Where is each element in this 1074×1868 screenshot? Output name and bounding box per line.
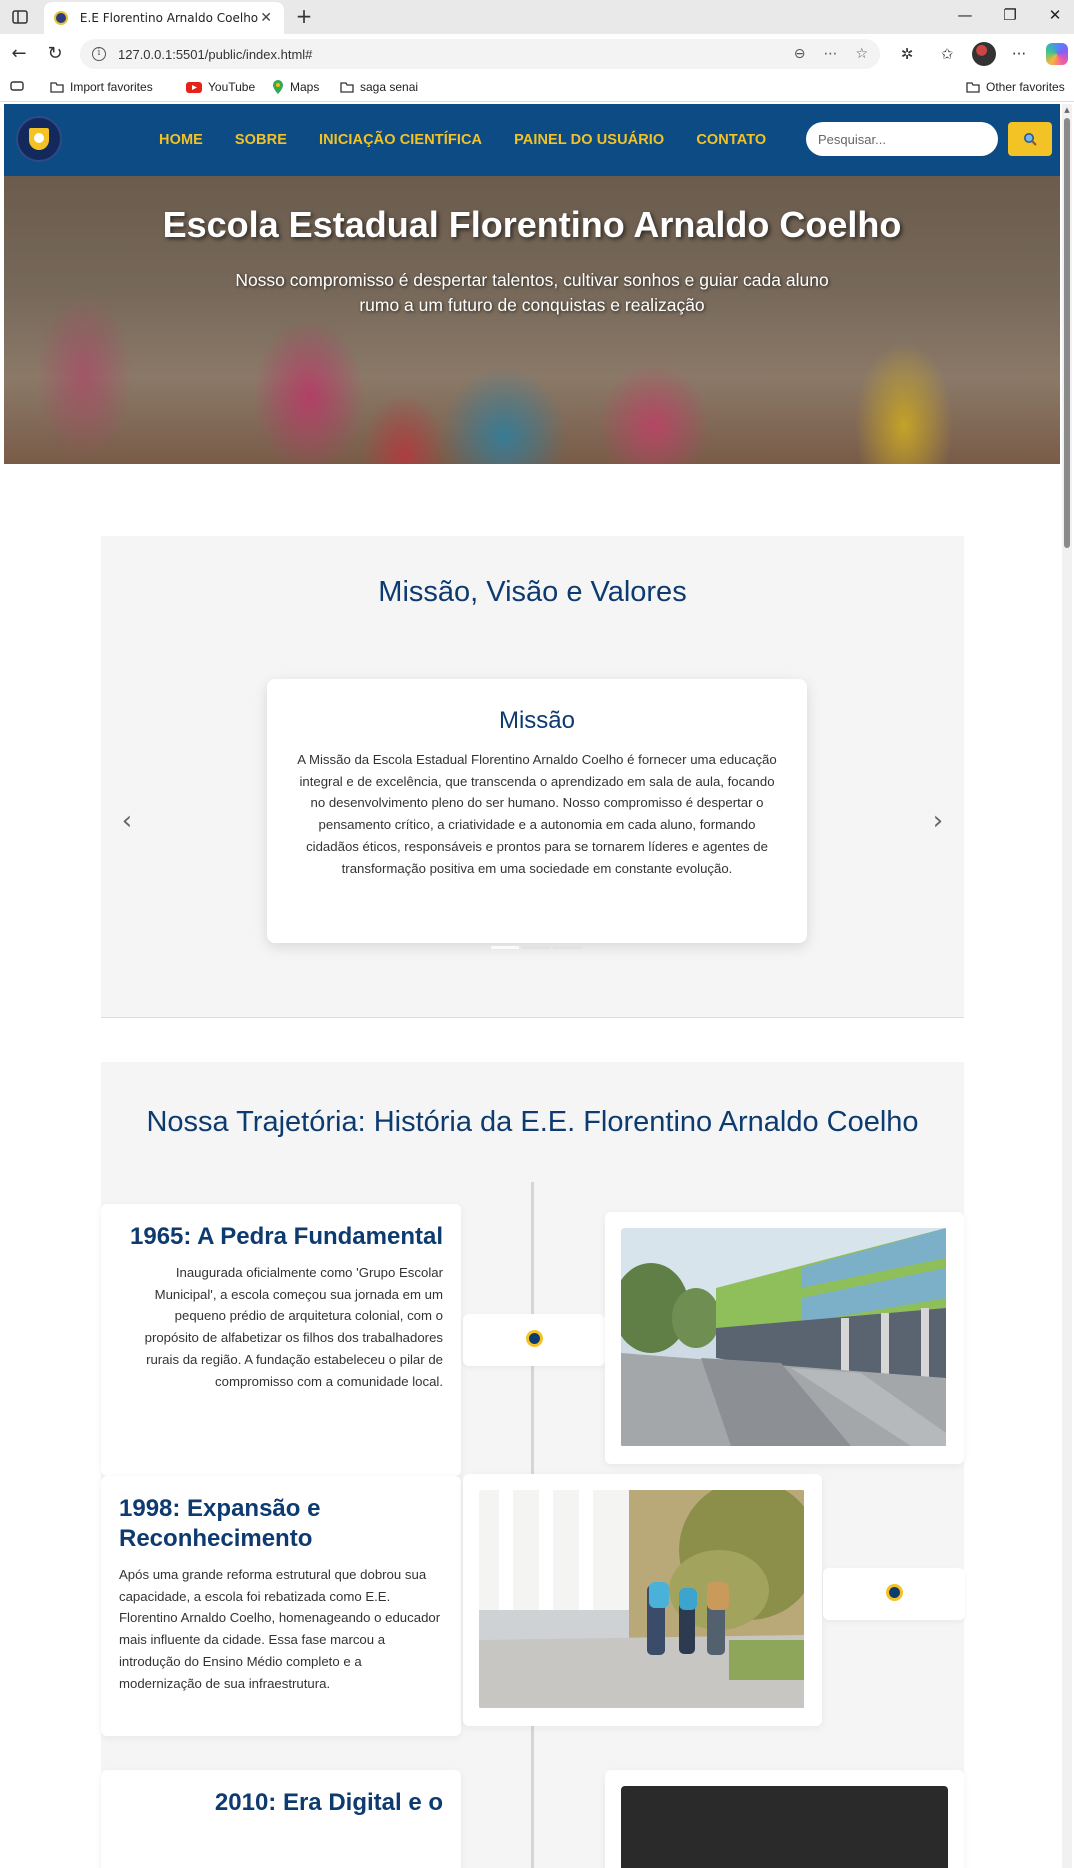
site-header: HOME SOBRE INICIAÇÃO CIENTÍFICA PAINEL D… bbox=[4, 104, 1060, 176]
read-aloud-icon[interactable]: ⋯ bbox=[823, 46, 837, 62]
timeline-marker bbox=[526, 1330, 543, 1347]
reading-mode-icon[interactable] bbox=[10, 80, 24, 92]
bookmark-saga-senai[interactable]: saga senai bbox=[340, 80, 418, 94]
nav-painel-usuario[interactable]: PAINEL DO USUÁRIO bbox=[514, 132, 664, 148]
bookmark-maps[interactable]: Maps bbox=[272, 80, 319, 94]
carousel-dot[interactable] bbox=[522, 946, 550, 949]
main-nav: HOME SOBRE INICIAÇÃO CIENTÍFICA PAINEL D… bbox=[159, 104, 766, 176]
timeline-card: 2010: Era Digital e o bbox=[101, 1770, 461, 1868]
history-heading: Nossa Trajetória: História da E.E. Flore… bbox=[146, 1106, 919, 1138]
bookmark-other-favorites[interactable]: Other favorites bbox=[966, 80, 1065, 94]
copilot-icon[interactable] bbox=[1046, 43, 1068, 65]
favorite-star-icon[interactable]: ☆ bbox=[855, 46, 868, 62]
site-favicon-icon bbox=[54, 11, 68, 25]
restore-icon[interactable]: ❐ bbox=[995, 6, 1025, 24]
history-section: Nossa Trajetória: História da E.E. Flore… bbox=[101, 1062, 965, 1868]
maps-pin-icon bbox=[273, 80, 283, 94]
mvv-card-text: A Missão da Escola Estadual Florentino A… bbox=[297, 752, 777, 876]
tab-strip: E.E Florentino Arnaldo Coelho ✕ + — ❐ ✕ bbox=[0, 0, 1074, 34]
timeline-event-text: Inaugurada oficialmente como 'Grupo Esco… bbox=[144, 1265, 443, 1389]
carousel-prev-button[interactable]: ‹ bbox=[115, 806, 139, 836]
mvv-card: Missão A Missão da Escola Estadual Flore… bbox=[267, 679, 807, 943]
carousel-indicators bbox=[491, 946, 581, 949]
timeline-event-title: 2010: Era Digital e o bbox=[214, 1789, 443, 1816]
carousel-dot[interactable] bbox=[553, 946, 581, 949]
zoom-icon[interactable]: ⊖ bbox=[794, 46, 806, 62]
site-info-icon[interactable]: i bbox=[92, 47, 106, 61]
digital-era-image bbox=[621, 1786, 948, 1868]
favorites-icon[interactable]: ✩ bbox=[936, 44, 958, 66]
mvv-card-title: Missão bbox=[498, 707, 576, 734]
address-bar[interactable]: i 127.0.0.1:5501/public/index.html# ⊖ ⋯ … bbox=[80, 39, 880, 69]
import-folder-icon bbox=[50, 82, 64, 93]
url-text[interactable]: 127.0.0.1:5501/public/index.html# bbox=[118, 47, 794, 62]
new-tab-icon[interactable]: + bbox=[292, 5, 316, 29]
timeline-image-card bbox=[463, 1474, 822, 1726]
folder-icon bbox=[340, 82, 354, 93]
reload-icon[interactable]: ↻ bbox=[44, 44, 66, 66]
timeline-marker-box bbox=[823, 1568, 965, 1620]
nav-home[interactable]: HOME bbox=[159, 132, 203, 148]
page-viewport: HOME SOBRE INICIAÇÃO CIENTÍFICA PAINEL D… bbox=[4, 104, 1060, 1868]
hero-subtitle: Nosso compromisso é despertar talentos, … bbox=[235, 270, 829, 315]
tab-title: E.E Florentino Arnaldo Coelho bbox=[79, 11, 259, 25]
mission-vision-values-section: Missão, Visão e Valores ‹ Missão A Missã… bbox=[101, 536, 964, 1018]
browser-tab[interactable]: E.E Florentino Arnaldo Coelho ✕ bbox=[44, 2, 284, 34]
bookmark-youtube[interactable]: YouTube bbox=[186, 80, 255, 94]
back-icon[interactable]: ← bbox=[8, 44, 30, 66]
school-logo[interactable] bbox=[16, 116, 62, 162]
hero-banner: Escola Estadual Florentino Arnaldo Coelh… bbox=[4, 176, 1060, 464]
scroll-up-icon[interactable]: ▲ bbox=[1062, 106, 1072, 114]
search-icon bbox=[1024, 133, 1037, 146]
students-walking-image bbox=[479, 1490, 806, 1710]
profile-avatar[interactable] bbox=[972, 42, 996, 66]
shield-icon bbox=[29, 128, 49, 150]
page-scrollbar[interactable]: ▲ bbox=[1062, 104, 1072, 1868]
youtube-icon bbox=[186, 82, 202, 93]
nav-iniciacao-cientifica[interactable]: INICIAÇÃO CIENTÍFICA bbox=[319, 132, 482, 148]
tab-actions-icon[interactable] bbox=[10, 7, 30, 27]
bookmark-import-favorites[interactable]: Import favorites bbox=[50, 80, 153, 94]
scrollbar-thumb[interactable] bbox=[1064, 118, 1070, 548]
timeline-event-title: 1998: Expansão e Reconhecimento bbox=[119, 1495, 321, 1552]
timeline-event-title: 1965: A Pedra Fundamental bbox=[130, 1223, 443, 1250]
close-tab-icon[interactable]: ✕ bbox=[258, 10, 274, 26]
timeline-image-card bbox=[605, 1770, 964, 1868]
more-menu-icon[interactable]: ··· bbox=[1008, 44, 1030, 66]
nav-contato[interactable]: CONTATO bbox=[696, 132, 766, 148]
timeline-marker bbox=[886, 1584, 903, 1601]
folder-icon bbox=[966, 82, 980, 93]
search-button[interactable] bbox=[1008, 122, 1052, 156]
timeline-marker-box bbox=[463, 1314, 605, 1366]
bookmarks-bar: Import favorites YouTube Maps saga senai… bbox=[0, 74, 1074, 102]
timeline-event-text: Após uma grande reforma estrutural que d… bbox=[119, 1567, 441, 1691]
carousel-dot[interactable] bbox=[491, 946, 519, 949]
nav-sobre[interactable]: SOBRE bbox=[235, 132, 287, 148]
search-input[interactable] bbox=[806, 122, 998, 156]
mvv-heading: Missão, Visão e Valores bbox=[378, 576, 687, 608]
carousel-next-button[interactable]: › bbox=[926, 806, 950, 836]
timeline-image-card bbox=[605, 1212, 964, 1464]
address-bar-row: ← ↻ i 127.0.0.1:5501/public/index.html# … bbox=[0, 34, 1074, 74]
timeline-card: 1965: A Pedra Fundamental Inaugurada ofi… bbox=[101, 1204, 461, 1476]
extensions-icon[interactable]: ✲ bbox=[896, 44, 918, 66]
hero-title: Escola Estadual Florentino Arnaldo Coelh… bbox=[162, 204, 902, 245]
timeline-card: 1998: Expansão e Reconhecimento Após uma… bbox=[101, 1476, 461, 1736]
school-building-image bbox=[621, 1228, 948, 1448]
close-window-icon[interactable]: ✕ bbox=[1040, 6, 1070, 24]
minimize-icon[interactable]: — bbox=[950, 6, 980, 24]
